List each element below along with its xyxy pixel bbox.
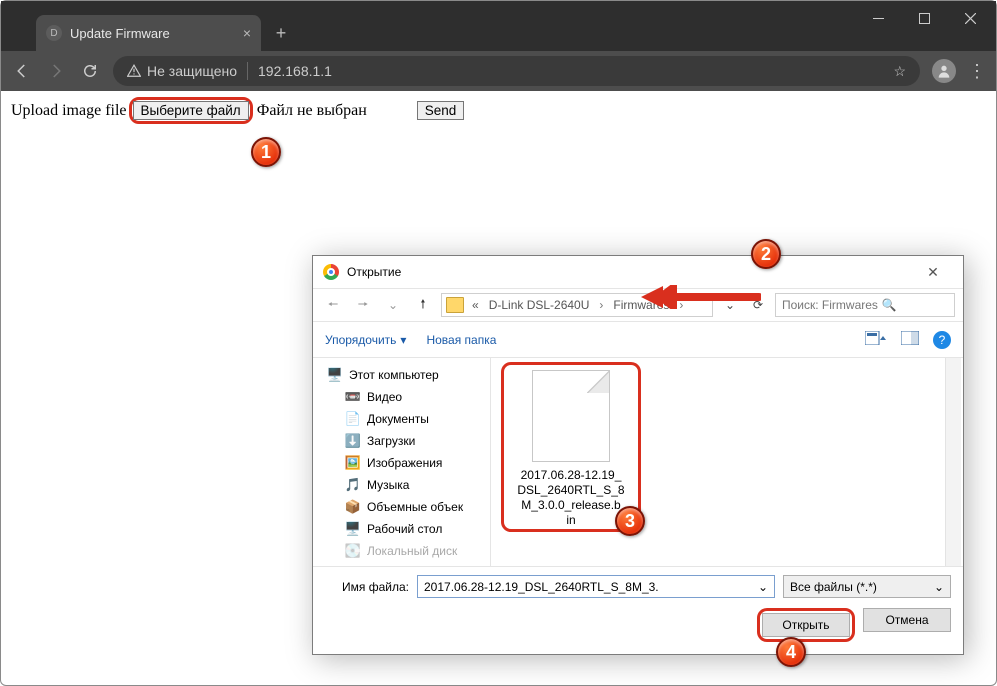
chevron-right-icon[interactable]: › xyxy=(595,298,607,312)
security-warning[interactable]: Не защищено xyxy=(127,63,237,79)
organize-menu[interactable]: Упорядочить ▾ xyxy=(325,333,406,347)
picture-icon: 🖼️ xyxy=(345,455,361,471)
breadcrumb-prefix: « xyxy=(468,298,483,312)
file-item[interactable]: 2017.06.28-12.19_ DSL_2640RTL_S_8 M_3.0.… xyxy=(509,370,633,528)
pc-icon: 🖥️ xyxy=(327,367,343,383)
file-thumbnail-icon xyxy=(532,370,610,462)
tree-local-disk[interactable]: 💽Локальный диск xyxy=(317,540,486,562)
chrome-icon xyxy=(323,264,339,280)
tab-title: Update Firmware xyxy=(70,26,235,41)
window-maximize-button[interactable] xyxy=(902,3,946,33)
send-button[interactable]: Send xyxy=(417,101,465,120)
search-icon: 🔍 xyxy=(882,298,897,312)
cube-icon: 📦 xyxy=(345,499,361,515)
choose-file-button[interactable]: Выберите файл xyxy=(133,101,249,120)
cancel-button[interactable]: Отмена xyxy=(863,608,951,632)
dialog-body: 🖥️Этот компьютер 📼Видео 📄Документы ⬇️Заг… xyxy=(313,358,963,566)
chevron-down-icon: ⌄ xyxy=(934,580,944,594)
chevron-down-icon[interactable]: ⌄ xyxy=(758,580,768,594)
file-list-pane[interactable]: 2017.06.28-12.19_ DSL_2640RTL_S_8 M_3.0.… xyxy=(491,358,963,566)
filename-label: Имя файла: xyxy=(325,580,409,594)
annotation-marker-3: 3 xyxy=(615,506,645,536)
view-mode-button[interactable] xyxy=(865,331,887,348)
dialog-command-bar: Упорядочить ▾ Новая папка ? xyxy=(313,322,963,358)
file-type-filter[interactable]: Все файлы (*.*) ⌄ xyxy=(783,575,951,598)
nav-forward-button[interactable] xyxy=(45,60,67,82)
no-file-label: Файл не выбран xyxy=(257,102,367,120)
dialog-title: Открытие xyxy=(347,265,913,279)
nav-forward-icon: 🠖 xyxy=(351,295,375,316)
nav-back-button[interactable] xyxy=(11,60,33,82)
bookmark-icon[interactable]: ☆ xyxy=(893,63,906,80)
download-icon: ⬇️ xyxy=(345,433,361,449)
window-controls xyxy=(856,3,992,33)
tree-documents[interactable]: 📄Документы xyxy=(317,408,486,430)
search-placeholder: Поиск: Firmwares xyxy=(782,298,878,312)
window-close-button[interactable] xyxy=(948,3,992,33)
security-label: Не защищено xyxy=(147,63,237,79)
annotation-marker-1: 1 xyxy=(251,137,281,167)
chevron-down-icon: ▾ xyxy=(400,333,406,347)
annotation-arrow xyxy=(641,285,761,309)
new-folder-button[interactable]: Новая папка xyxy=(426,333,496,347)
tree-videos[interactable]: 📼Видео xyxy=(317,386,486,408)
open-button[interactable]: Открыть xyxy=(762,613,850,637)
scrollbar[interactable] xyxy=(945,358,961,566)
disk-icon: 💽 xyxy=(345,543,361,559)
video-icon: 📼 xyxy=(345,389,361,405)
address-bar[interactable]: Не защищено 192.168.1.1 ☆ xyxy=(113,56,920,86)
new-tab-button[interactable]: + xyxy=(267,19,295,47)
nav-recent-icon[interactable]: ⌄ xyxy=(381,298,405,312)
annotation-highlight-1: Выберите файл xyxy=(129,97,253,124)
file-open-dialog: Открытие ✕ 🠔 🠖 ⌄ 🠕 « D-Link DSL-2640U › … xyxy=(312,255,964,655)
help-icon[interactable]: ? xyxy=(933,331,951,349)
tree-downloads[interactable]: ⬇️Загрузки xyxy=(317,430,486,452)
profile-avatar[interactable] xyxy=(932,59,956,83)
document-icon: 📄 xyxy=(345,411,361,427)
dialog-titlebar: Открытие ✕ xyxy=(313,256,963,288)
folder-tree[interactable]: 🖥️Этот компьютер 📼Видео 📄Документы ⬇️Заг… xyxy=(313,358,491,566)
browser-toolbar: Не защищено 192.168.1.1 ☆ ⋮ xyxy=(1,51,996,91)
filename-input[interactable]: 2017.06.28-12.19_DSL_2640RTL_S_8M_3. ⌄ xyxy=(417,575,775,598)
dialog-search-input[interactable]: Поиск: Firmwares 🔍 xyxy=(775,293,955,317)
browser-tab[interactable]: D Update Firmware × xyxy=(36,15,261,51)
desktop-icon: 🖥️ xyxy=(345,521,361,537)
nav-up-icon[interactable]: 🠕 xyxy=(411,295,435,316)
upload-label: Upload image file xyxy=(11,102,127,120)
address-separator xyxy=(247,62,248,80)
music-icon: 🎵 xyxy=(345,477,361,493)
tree-this-pc[interactable]: 🖥️Этот компьютер xyxy=(317,364,486,386)
tree-desktop[interactable]: 🖥️Рабочий стол xyxy=(317,518,486,540)
tab-favicon: D xyxy=(46,25,62,41)
url-text: 192.168.1.1 xyxy=(258,63,883,79)
tree-music[interactable]: 🎵Музыка xyxy=(317,474,486,496)
tree-pictures[interactable]: 🖼️Изображения xyxy=(317,452,486,474)
annotation-marker-4: 4 xyxy=(776,637,806,667)
close-tab-icon[interactable]: × xyxy=(243,25,251,41)
nav-back-icon[interactable]: 🠔 xyxy=(321,295,345,316)
warning-icon xyxy=(127,64,141,78)
dialog-footer: Имя файла: 2017.06.28-12.19_DSL_2640RTL_… xyxy=(313,566,963,654)
browser-titlebar: D Update Firmware × + xyxy=(1,1,996,51)
annotation-highlight-4: Открыть xyxy=(757,608,855,642)
nav-reload-button[interactable] xyxy=(79,60,101,82)
dialog-close-button[interactable]: ✕ xyxy=(913,264,953,281)
browser-menu-button[interactable]: ⋮ xyxy=(968,61,986,82)
folder-icon xyxy=(446,297,464,313)
page-content: Upload image file Выберите файл Файл не … xyxy=(1,91,996,130)
tree-3d-objects[interactable]: 📦Объемные объек xyxy=(317,496,486,518)
annotation-marker-2: 2 xyxy=(751,239,781,269)
preview-pane-button[interactable] xyxy=(901,331,919,348)
breadcrumb-parent[interactable]: D-Link DSL-2640U xyxy=(485,298,594,312)
dialog-navbar: 🠔 🠖 ⌄ 🠕 « D-Link DSL-2640U › Firmwares ›… xyxy=(313,288,963,322)
window-minimize-button[interactable] xyxy=(856,3,900,33)
